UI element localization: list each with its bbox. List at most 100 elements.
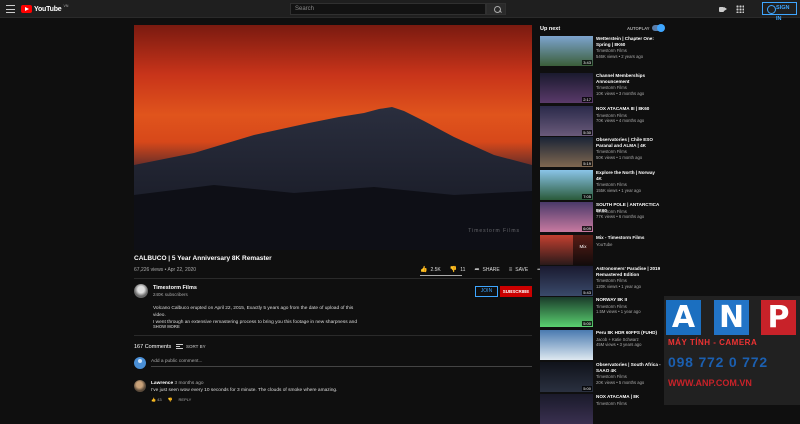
recommendation-thumbnail[interactable]: 5:00 <box>540 362 593 392</box>
menu-icon[interactable] <box>6 5 15 13</box>
recommendation-item[interactable]: NOX ATACAMA | 8K Timestorm Films <box>540 394 660 424</box>
recommendation-title[interactable]: Channel Memberships Announcement <box>596 73 662 84</box>
anp-phone: 098 772 0 772 <box>668 354 768 370</box>
user-avatar <box>134 357 146 369</box>
save-button[interactable]: ≡ SAVE <box>509 267 528 273</box>
video-duration: 5:00 <box>582 386 592 391</box>
channel-avatar[interactable] <box>134 284 148 298</box>
logo-country: VN <box>63 4 69 8</box>
share-icon: ➦ <box>474 267 480 273</box>
recommendation-thumbnail[interactable]: 6:09 <box>540 202 593 232</box>
channel-name[interactable]: Timestorm Films <box>153 285 197 291</box>
settings-dots-icon[interactable] <box>752 5 756 13</box>
comment-like-button[interactable]: 👍 43 <box>151 397 162 402</box>
recommendation-thumbnail[interactable] <box>540 330 593 360</box>
recommendation-thumbnail[interactable]: 2:17 <box>540 73 593 103</box>
like-ratio-bar <box>420 275 462 276</box>
recommendation-item[interactable]: 7:05 Explore the North | Norway 4K Timesto… <box>540 170 660 200</box>
recommendation-thumbnail[interactable]: 5:00 <box>540 297 593 327</box>
dislike-button[interactable]: 👎 11 <box>449 266 466 274</box>
video-duration: 6:09 <box>582 226 592 231</box>
add-comment-input[interactable]: Add a public comment... <box>151 359 532 367</box>
recommendation-meta: 155K views • 1 year ago <box>596 187 641 193</box>
youtube-logo[interactable]: YouTube VN <box>21 4 68 14</box>
recommendation-channel[interactable]: Timestorm Films <box>596 278 627 283</box>
description-line: video. <box>153 313 166 318</box>
recommendation-channel[interactable]: YouTube <box>596 242 612 247</box>
recommendation-title[interactable]: Observatories | Chile ESO Paranal and AL… <box>596 137 662 148</box>
recommendation-title[interactable]: Astronomers' Paradise | 2019 Remastered … <box>596 266 662 277</box>
recommendation-item[interactable]: 5:00 Observatories | South Africa - SAAO … <box>540 362 662 392</box>
recommendation-item[interactable]: 6:09 SOUTH POLE | ANTARCTICA 8K60 Timestor… <box>540 202 660 232</box>
recommendation-thumbnail[interactable] <box>540 394 593 424</box>
sign-in-button[interactable]: SIGN IN <box>762 2 797 22</box>
recommendation-channel[interactable]: Timestorm Films <box>596 149 627 154</box>
like-button[interactable]: 👍 2.5K <box>420 266 441 274</box>
recommendation-title[interactable]: Observatories | South Africa - SAAO 4K <box>596 362 662 373</box>
anp-letter: N <box>714 300 749 335</box>
recommendation-thumbnail[interactable]: Mix <box>540 235 593 265</box>
comment-author-avatar[interactable] <box>134 380 146 392</box>
recommendation-item[interactable]: 5:19 Observatories | Chile ESO Paranal an… <box>540 137 660 167</box>
recommendation-channel[interactable]: Timestorm Films <box>596 182 627 187</box>
sort-label: SORT BY <box>186 344 206 349</box>
comment-actions: 👍 43 👎 REPLY <box>151 397 191 402</box>
top-bar: YouTube VN Search SIGN IN <box>0 0 800 22</box>
share-button[interactable]: ➦ SHARE <box>474 266 500 274</box>
recommendation-item[interactable]: 2:17 Channel Memberships Announcement Time… <box>540 73 660 103</box>
video-player[interactable]: Timestorm Films <box>134 25 532 250</box>
mix-overlay: Mix <box>573 235 593 265</box>
anp-tagline: MÁY TÍNH - CAMERA <box>668 338 758 347</box>
subscribe-button[interactable]: SUBSCRIBE <box>500 286 532 297</box>
recommendation-item[interactable]: 5:00 NORWAY 8K II Timestorm Films 1.5M view… <box>540 297 660 327</box>
thumbs-up-icon: 👍 <box>420 267 428 273</box>
search-input[interactable]: Search <box>290 3 486 15</box>
recommendation-title[interactable]: NOX ATACAMA | 8K <box>596 394 662 400</box>
create-video-icon[interactable] <box>719 5 727 13</box>
recommendation-title[interactable]: Peru 8K HDR 60FPS (FUHD) <box>596 330 662 336</box>
recommendation-channel[interactable]: Timestorm Films <box>596 85 627 90</box>
recommendation-thumbnail[interactable]: 5:19 <box>540 137 593 167</box>
apps-grid-icon[interactable] <box>736 5 744 13</box>
thumbs-down-icon: 👎 <box>449 267 458 273</box>
recommendation-thumbnail[interactable]: 7:05 <box>540 170 593 200</box>
show-more-button[interactable]: SHOW MORE <box>153 324 180 329</box>
search-button[interactable] <box>486 3 506 15</box>
like-count: 2.5K <box>430 266 441 273</box>
share-label: SHARE <box>482 266 500 273</box>
recommendation-title[interactable]: Mix - Timestorm Films <box>596 235 662 241</box>
recommendation-channel[interactable]: Timestorm Films <box>596 304 627 309</box>
join-button[interactable]: JOIN <box>475 286 498 297</box>
recommendation-title[interactable]: NOX ATACAMA III | 8K60 <box>596 106 662 112</box>
recommendation-channel[interactable]: Timestorm Films <box>596 374 627 379</box>
video-duration: 3:43 <box>582 60 592 65</box>
video-meta: 67,226 views • Apr 22, 2020 <box>134 267 197 273</box>
recommendation-item[interactable]: 3:43 Wetterstein | Chapter One: Spring | … <box>540 36 660 66</box>
comment-text: I've just seen wow every 10 seconds for … <box>151 388 338 393</box>
recommendation-channel[interactable]: Jacob + Katie Schwarz <box>596 337 639 342</box>
recommendation-title[interactable]: NORWAY 8K II <box>596 297 662 303</box>
comment-dislike-button[interactable]: 👎 <box>168 397 173 402</box>
autoplay-toggle[interactable] <box>652 24 665 32</box>
subscriber-count: 240K subscribers <box>153 292 188 297</box>
recommendation-thumbnail[interactable]: 5:43 <box>540 266 593 296</box>
recommendation-item[interactable]: Mix Mix - Timestorm Films YouTube <box>540 235 660 265</box>
sort-by-button[interactable]: SORT BY <box>176 344 206 349</box>
recommendation-thumbnail[interactable]: 3:43 <box>540 36 593 66</box>
comment-time[interactable]: 3 months ago <box>174 381 203 386</box>
comment-header: Lawrence 3 months ago <box>151 381 204 386</box>
recommendation-item[interactable]: 5:30 NOX ATACAMA III | 8K60 Timestorm Film… <box>540 106 660 136</box>
recommendation-item[interactable]: 5:43 Astronomers' Paradise | 2019 Remaste… <box>540 266 660 296</box>
recommendation-title[interactable]: Explore the North | Norway 4K <box>596 170 662 181</box>
anp-watermark-logo: A N P MÁY TÍNH - CAMERA 098 772 0 772 WW… <box>664 296 800 405</box>
video-title: CALBUCO | 5 Year Anniversary 8K Remaster <box>134 255 272 262</box>
recommendation-title[interactable]: Wetterstein | Chapter One: Spring | 8K60 <box>596 36 662 47</box>
recommendation-thumbnail[interactable]: 5:30 <box>540 106 593 136</box>
recommendation-channel[interactable]: Timestorm Films <box>596 48 627 53</box>
save-label: SAVE <box>515 266 529 273</box>
comment-reply-button[interactable]: REPLY <box>179 397 192 402</box>
recommendation-channel[interactable]: Timestorm Films <box>596 113 627 118</box>
comment-author[interactable]: Lawrence <box>151 381 173 386</box>
recommendation-item[interactable]: Peru 8K HDR 60FPS (FUHD) Jacob + Katie Sc… <box>540 330 660 360</box>
recommendation-channel[interactable]: Timestorm Films <box>596 209 627 214</box>
